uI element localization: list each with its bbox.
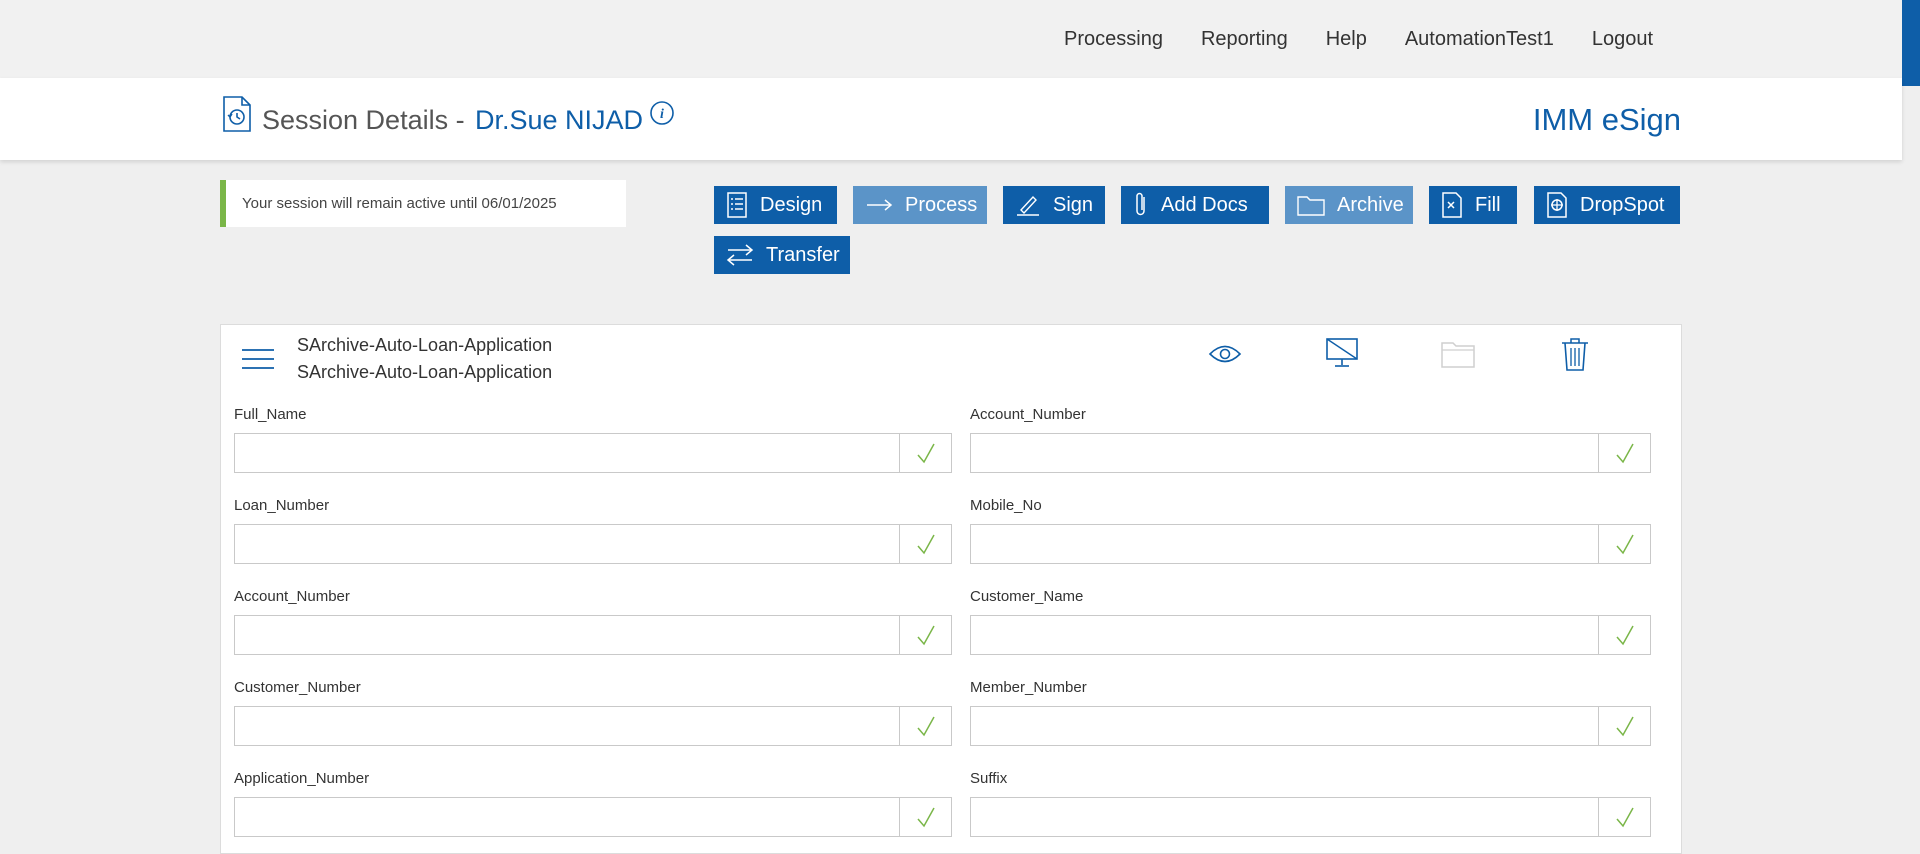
dropspot-button[interactable]: DropSpot	[1534, 186, 1680, 224]
eye-icon[interactable]	[1208, 343, 1242, 370]
full-name-input[interactable]	[234, 433, 952, 473]
fill-form-icon	[1442, 192, 1462, 218]
fill-button[interactable]: Fill	[1429, 186, 1517, 224]
dropspot-button-label: DropSpot	[1580, 193, 1665, 216]
check-icon[interactable]	[1598, 707, 1650, 745]
field-label-customer-number: Customer_Number	[234, 679, 361, 696]
field-label-full-name: Full_Name	[234, 406, 307, 423]
nav-help[interactable]: Help	[1326, 28, 1367, 51]
archive-button[interactable]: Archive	[1285, 186, 1413, 224]
nav-processing[interactable]: Processing	[1064, 28, 1163, 51]
process-button[interactable]: Process	[853, 186, 987, 224]
check-icon[interactable]	[899, 525, 951, 563]
page-header: Session Details - Dr.Sue NIJAD i IMM eSi…	[0, 78, 1902, 160]
info-icon[interactable]: i	[649, 100, 675, 131]
add-docs-button[interactable]: Add Docs	[1121, 186, 1269, 224]
folder-icon	[1297, 196, 1325, 216]
process-button-label: Process	[905, 193, 978, 216]
transfer-button-label: Transfer	[766, 243, 840, 266]
add-docs-button-label: Add Docs	[1161, 193, 1248, 216]
design-button-label: Design	[760, 193, 823, 216]
field-label-suffix: Suffix	[970, 770, 1008, 787]
session-history-icon	[222, 95, 252, 138]
application-number-input[interactable]	[234, 797, 952, 837]
check-icon[interactable]	[1598, 798, 1650, 836]
brand-name: IMM eSign	[1532, 102, 1681, 137]
document-name: SArchive-Auto-Loan-Application	[297, 335, 553, 355]
hamburger-icon[interactable]	[242, 347, 274, 376]
trash-icon[interactable]	[1561, 337, 1589, 376]
paperclip-icon	[1136, 192, 1145, 216]
check-icon[interactable]	[1598, 525, 1650, 563]
check-icon[interactable]	[899, 616, 951, 654]
document-panel: SArchive-Auto-Loan-Application SArchive-…	[220, 324, 1682, 854]
arrow-right-icon	[867, 199, 893, 211]
scrollbar[interactable]	[1902, 0, 1920, 847]
design-icon	[727, 192, 747, 218]
nav-links: Processing Reporting Help AutomationTest…	[1064, 28, 1653, 51]
customer-name-input[interactable]	[970, 615, 1651, 655]
mobile-no-input[interactable]	[970, 524, 1651, 564]
svg-text:i: i	[660, 107, 664, 122]
scrollbar-thumb[interactable]	[1902, 0, 1920, 86]
check-icon[interactable]	[899, 798, 951, 836]
check-icon[interactable]	[1598, 616, 1650, 654]
check-icon[interactable]	[899, 434, 951, 472]
field-label-application-number: Application_Number	[234, 770, 370, 787]
customer-number-input[interactable]	[234, 706, 952, 746]
fill-button-label: Fill	[1475, 193, 1501, 216]
account-number-input[interactable]	[234, 615, 952, 655]
member-number-input[interactable]	[970, 706, 1651, 746]
folder-icon[interactable]	[1441, 340, 1475, 373]
nav-logout[interactable]: Logout	[1592, 28, 1653, 51]
loan-number-input[interactable]	[234, 524, 952, 564]
sign-button-label: Sign	[1053, 193, 1094, 216]
check-icon[interactable]	[899, 707, 951, 745]
nav-reporting[interactable]: Reporting	[1201, 28, 1288, 51]
sign-button[interactable]: Sign	[1003, 186, 1105, 224]
page-title: Session Details -	[262, 105, 465, 135]
transfer-icon	[726, 244, 754, 266]
field-label-mobile-no: Mobile_No	[970, 497, 1042, 514]
session-notice-text: Your session will remain active until 06…	[242, 195, 557, 212]
top-navigation: Processing Reporting Help AutomationTest…	[0, 0, 1902, 78]
field-label-loan-number: Loan_Number	[234, 497, 330, 514]
nav-user[interactable]: AutomationTest1	[1405, 28, 1554, 51]
monitor-off-icon[interactable]	[1325, 337, 1359, 374]
transfer-button[interactable]: Transfer	[714, 236, 850, 274]
dropspot-icon	[1547, 192, 1567, 218]
pen-sign-icon	[1017, 195, 1039, 216]
account-number-2-input[interactable]	[970, 433, 1651, 473]
session-notice: Your session will remain active until 06…	[220, 180, 626, 227]
field-label-member-number: Member_Number	[970, 679, 1087, 696]
check-icon[interactable]	[1598, 434, 1650, 472]
field-label-account-number-2: Account_Number	[970, 406, 1086, 423]
field-label-customer-name: Customer_Name	[970, 588, 1084, 605]
suffix-input[interactable]	[970, 797, 1651, 837]
field-label-account-number: Account_Number	[234, 588, 350, 605]
design-button[interactable]: Design	[714, 186, 837, 224]
session-person-name: Dr.Sue NIJAD	[475, 105, 644, 135]
archive-button-label: Archive	[1337, 193, 1404, 216]
document-template-name: SArchive-Auto-Loan-Application	[297, 362, 553, 382]
